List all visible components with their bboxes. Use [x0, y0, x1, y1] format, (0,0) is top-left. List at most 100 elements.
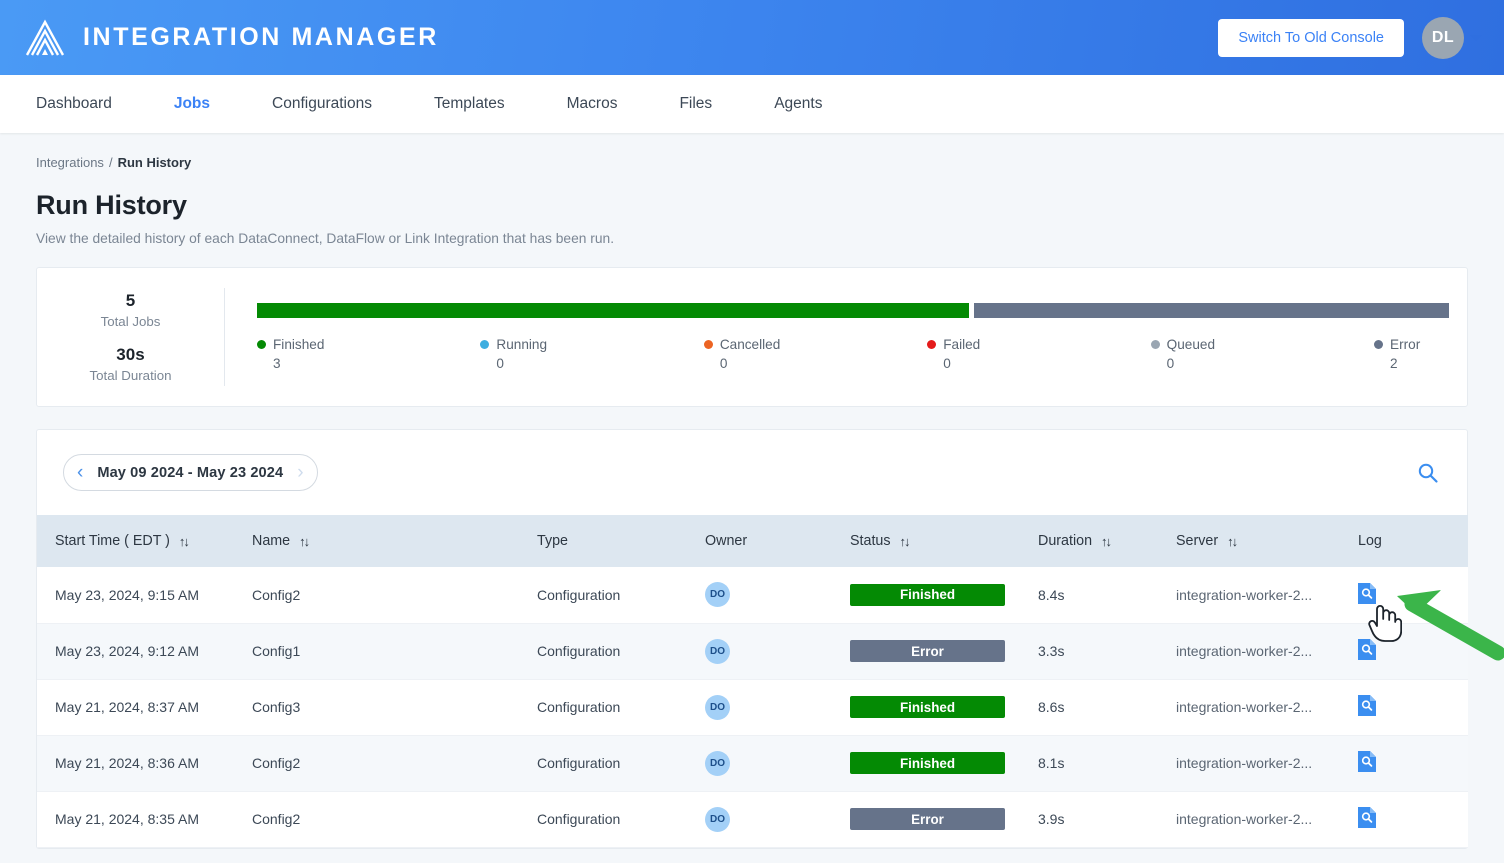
column-header-status[interactable]: Status ↑↓: [850, 515, 1038, 567]
page-content: Integrations / Run History Run History V…: [0, 133, 1504, 849]
breadcrumb: Integrations / Run History: [36, 133, 1468, 170]
chevron-down-icon[interactable]: [1470, 34, 1482, 41]
cell-name: Config2: [252, 791, 537, 848]
legend-label-finished: Finished: [273, 337, 325, 352]
column-header-server[interactable]: Server ↑↓: [1176, 515, 1358, 567]
cell-duration: 8.1s: [1038, 735, 1176, 792]
total-jobs-label: Total Jobs: [100, 314, 161, 329]
server-name: integration-worker-2...: [1176, 699, 1313, 715]
nav-item-configurations[interactable]: Configurations: [241, 95, 403, 113]
cell-status: Error: [850, 623, 1038, 680]
table-row[interactable]: May 23, 2024, 9:15 AM Config2 Configuratio…: [37, 567, 1468, 624]
legend-item-failed: Failed 0: [927, 337, 1150, 371]
table-row[interactable]: May 21, 2024, 8:37 AM Config3 Configuratio…: [37, 679, 1468, 736]
cell-log: [1358, 735, 1468, 792]
breadcrumb-integrations[interactable]: Integrations: [36, 155, 104, 170]
user-menu[interactable]: DL: [1422, 16, 1482, 59]
column-label-duration: Duration: [1038, 533, 1093, 549]
log-search-icon[interactable]: [1358, 807, 1376, 831]
nav-item-files[interactable]: Files: [648, 95, 743, 113]
sort-updown-icon[interactable]: ↑↓: [1101, 534, 1112, 549]
chevron-right-icon[interactable]: ›: [297, 463, 303, 482]
legend-label-queued: Queued: [1166, 337, 1215, 352]
legend-label-error: Error: [1390, 337, 1421, 352]
cell-name: Config1: [252, 623, 537, 680]
switch-to-old-console-button[interactable]: Switch To Old Console: [1218, 18, 1404, 57]
cell-status: Finished: [850, 735, 1038, 792]
cell-name: Config2: [252, 735, 537, 792]
total-duration-label: Total Duration: [89, 368, 172, 383]
totals-panel: 5 Total Jobs 30s Total Duration: [37, 288, 225, 386]
cell-log: [1358, 679, 1468, 736]
log-search-icon[interactable]: [1358, 639, 1376, 663]
sort-updown-icon[interactable]: ↑↓: [900, 534, 911, 549]
cell-server: integration-worker-2...: [1176, 735, 1358, 792]
avatar[interactable]: DL: [1422, 16, 1464, 59]
queued-dot-icon: [1150, 340, 1160, 349]
sort-updown-icon[interactable]: ↑↓: [1227, 534, 1238, 549]
total-jobs-value: 5: [125, 291, 136, 310]
triangle-chevron-logo-icon: [25, 18, 65, 56]
column-label-status: Status: [850, 533, 891, 549]
cell-log: [1358, 623, 1468, 680]
cell-owner: DO: [705, 567, 850, 624]
table-row[interactable]: May 23, 2024, 9:12 AM Config1 Configuratio…: [37, 623, 1468, 680]
cell-status: Finished: [850, 679, 1038, 736]
search-icon[interactable]: [1417, 462, 1439, 484]
nav-item-jobs[interactable]: Jobs: [143, 95, 241, 113]
status-badge: Error: [850, 808, 1005, 830]
cell-status: Error: [850, 791, 1038, 848]
date-range-selector[interactable]: ‹ May 09 2024 - May 23 2024 ›: [63, 454, 318, 491]
progress-segment-finished: [257, 303, 970, 318]
total-duration-value: 30s: [116, 345, 145, 364]
cell-start-time: May 21, 2024, 8:35 AM: [37, 791, 252, 848]
total-jobs: 5 Total Jobs: [101, 291, 161, 329]
chevron-left-icon[interactable]: ‹: [77, 463, 83, 482]
cell-start-time: May 21, 2024, 8:37 AM: [37, 679, 252, 736]
column-header-owner: Owner: [705, 515, 850, 567]
column-label-owner: Owner: [705, 533, 748, 549]
column-header-duration[interactable]: Duration ↑↓: [1038, 515, 1176, 567]
owner-avatar: DO: [705, 638, 730, 664]
nav-item-macros[interactable]: Macros: [536, 95, 649, 113]
table-row[interactable]: May 21, 2024, 8:35 AM Config2 Configuratio…: [37, 791, 1468, 848]
cell-owner: DO: [705, 735, 850, 792]
status-badge: Finished: [850, 583, 1005, 606]
column-header-name[interactable]: Name ↑↓: [252, 515, 537, 567]
table-header-row: Start Time ( EDT ) ↑↓ Name ↑↓ Type Owner…: [37, 515, 1468, 567]
legend-item-finished: Finished 3: [257, 337, 480, 371]
sort-updown-icon[interactable]: ↑↓: [299, 534, 310, 549]
legend-item-running: Running 0: [480, 337, 703, 371]
cell-owner: DO: [705, 623, 850, 680]
nav-item-templates[interactable]: Templates: [403, 95, 536, 113]
column-label-server: Server: [1176, 533, 1219, 549]
legend-count-queued: 0: [1166, 356, 1175, 371]
legend-item-queued: Queued 0: [1150, 337, 1374, 371]
progress-segment-error: [974, 303, 1449, 318]
failed-dot-icon: [927, 340, 937, 349]
column-header-start-time[interactable]: Start Time ( EDT ) ↑↓: [37, 515, 252, 567]
log-search-icon[interactable]: [1358, 751, 1376, 775]
cell-type: Configuration: [537, 735, 705, 792]
server-name: integration-worker-2...: [1176, 755, 1313, 771]
legend-count-cancelled: 0: [719, 356, 728, 371]
log-search-icon[interactable]: [1358, 582, 1376, 607]
nav-item-dashboard[interactable]: Dashboard: [36, 95, 143, 113]
table-row[interactable]: May 21, 2024, 8:36 AM Config2 Configuratio…: [37, 735, 1468, 792]
cell-log: [1358, 567, 1468, 624]
legend-count-failed: 0: [943, 356, 951, 371]
nav-item-agents[interactable]: Agents: [743, 95, 853, 113]
log-search-icon[interactable]: [1358, 695, 1376, 719]
column-label-name: Name: [252, 533, 291, 549]
sort-updown-icon[interactable]: ↑↓: [179, 534, 190, 549]
breadcrumb-run-history: Run History: [117, 155, 192, 170]
header-actions: Switch To Old Console DL: [1218, 16, 1482, 59]
column-header-type: Type: [537, 515, 705, 567]
cell-server: integration-worker-2...: [1176, 567, 1358, 624]
run-history-table-card: ‹ May 09 2024 - May 23 2024 › Start Time…: [36, 429, 1468, 849]
breadcrumb-separator: /: [108, 155, 113, 170]
status-badge: Finished: [850, 752, 1005, 774]
brand: INTEGRATION MANAGER: [24, 18, 439, 58]
cell-log: [1358, 791, 1468, 848]
cell-type: Configuration: [537, 623, 705, 680]
